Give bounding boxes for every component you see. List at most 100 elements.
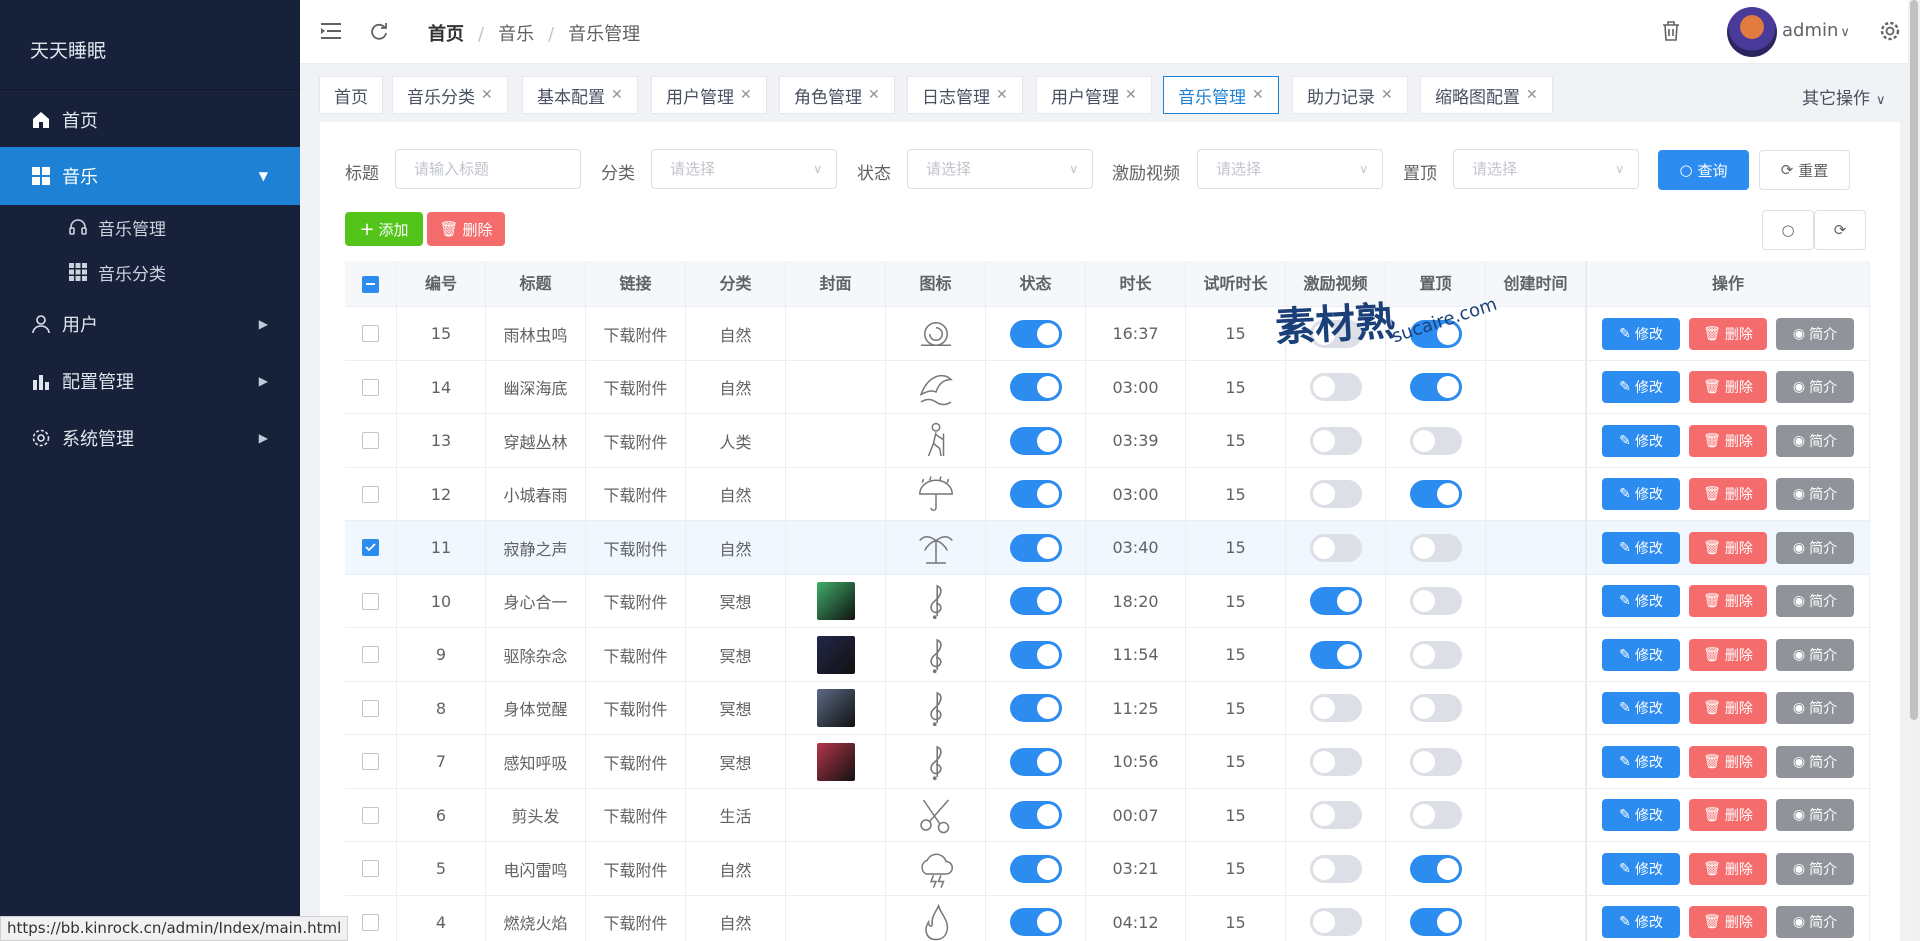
download-attachment-link[interactable]: 下载附件 xyxy=(603,857,667,881)
video-toggle[interactable] xyxy=(1309,801,1362,829)
intro-button[interactable]: ◉ 简介 xyxy=(1776,638,1854,671)
table-row[interactable]: 11 寂静之声 下载附件 自然 03:40 15 ✎ 修改 🗑 删除 ◉ 简介 xyxy=(345,521,1870,575)
edit-button[interactable]: ✎ 修改 xyxy=(1602,692,1680,724)
status-toggle[interactable] xyxy=(1009,480,1062,508)
intro-button[interactable]: ◉ 简介 xyxy=(1776,478,1854,510)
sidebar-item-config[interactable]: 配置管理 ▶ xyxy=(0,353,300,409)
intro-button[interactable]: ◉ 简介 xyxy=(1776,799,1854,831)
delete-button[interactable]: 🗑 删除 xyxy=(1689,852,1767,885)
top-toggle[interactable] xyxy=(1409,854,1462,883)
add-button[interactable]: + 添加 xyxy=(345,212,423,246)
row-checkbox[interactable] xyxy=(362,860,379,877)
tab-basic-config[interactable]: 基本配置 ✕ xyxy=(522,76,638,114)
row-checkbox[interactable] xyxy=(362,539,379,556)
top-toggle[interactable] xyxy=(1409,533,1462,562)
menu-fold-icon[interactable] xyxy=(318,18,344,44)
cover-thumbnail[interactable] xyxy=(816,582,855,620)
download-attachment-link[interactable]: 下载附件 xyxy=(603,750,667,774)
video-toggle[interactable] xyxy=(1309,747,1362,776)
table-row[interactable]: 9 驱除杂念 下载附件 冥想 11:54 15 ✎ 修改 🗑 删除 ◉ 简介 xyxy=(345,628,1870,682)
sidebar-item-home[interactable]: 首页 xyxy=(0,92,300,148)
download-attachment-link[interactable]: 下载附件 xyxy=(603,536,667,560)
intro-button[interactable]: ◉ 简介 xyxy=(1776,906,1854,938)
row-checkbox[interactable] xyxy=(362,485,379,503)
edit-button[interactable]: ✎ 修改 xyxy=(1602,371,1680,403)
row-checkbox[interactable] xyxy=(362,806,379,824)
trash-icon[interactable] xyxy=(1658,18,1684,44)
close-icon[interactable]: ✕ xyxy=(740,87,752,103)
intro-button[interactable]: ◉ 简介 xyxy=(1776,317,1854,350)
delete-button[interactable]: 🗑 删除 xyxy=(1689,371,1767,403)
edit-button[interactable]: ✎ 修改 xyxy=(1602,852,1680,885)
column-header-created[interactable]: 创建时间 xyxy=(1486,261,1586,307)
edit-button[interactable]: ✎ 修改 xyxy=(1602,906,1680,938)
video-toggle[interactable] xyxy=(1309,587,1362,615)
download-attachment-link[interactable]: 下载附件 xyxy=(603,643,667,667)
status-toggle[interactable] xyxy=(1009,801,1062,829)
status-toggle[interactable] xyxy=(1009,640,1062,669)
close-icon[interactable]: ✕ xyxy=(481,87,493,103)
column-header-duration[interactable]: 时长 xyxy=(1086,261,1186,307)
intro-button[interactable]: ◉ 简介 xyxy=(1776,692,1854,724)
column-header-status[interactable]: 状态 xyxy=(986,261,1086,307)
sidebar-item-system[interactable]: 系统管理 ▶ xyxy=(0,410,300,466)
row-checkbox[interactable] xyxy=(362,378,379,396)
avatar[interactable] xyxy=(1727,7,1777,57)
tab-user-management[interactable]: 用户管理 ✕ xyxy=(651,76,767,114)
row-checkbox[interactable] xyxy=(362,646,379,663)
column-header-category[interactable]: 分类 xyxy=(686,261,786,307)
scrollbar-thumb[interactable] xyxy=(1910,0,1918,720)
tab-user-management-2[interactable]: 用户管理 ✕ xyxy=(1036,76,1152,114)
sidebar-item-music[interactable]: 音乐 ▼ xyxy=(0,147,300,205)
breadcrumb-item[interactable]: 首页 xyxy=(428,24,464,45)
cover-thumbnail[interactable] xyxy=(816,689,855,727)
close-icon[interactable]: ✕ xyxy=(1252,87,1264,103)
tab-home[interactable]: 首页 xyxy=(319,76,383,114)
video-toggle[interactable] xyxy=(1309,854,1362,883)
top-toggle[interactable] xyxy=(1409,747,1462,776)
intro-button[interactable]: ◉ 简介 xyxy=(1776,585,1854,617)
download-attachment-link[interactable]: 下载附件 xyxy=(603,482,667,506)
table-row[interactable]: 14 幽深海底 下载附件 自然 03:00 15 ✎ 修改 🗑 删除 ◉ 简介 xyxy=(345,360,1870,414)
tab-help-records[interactable]: 助力记录 ✕ xyxy=(1292,76,1408,114)
close-icon[interactable]: ✕ xyxy=(1526,87,1538,103)
page-scrollbar[interactable] xyxy=(1908,0,1920,941)
video-toggle[interactable] xyxy=(1309,373,1362,401)
edit-button[interactable]: ✎ 修改 xyxy=(1602,531,1680,564)
intro-button[interactable]: ◉ 简介 xyxy=(1776,531,1854,564)
status-toggle[interactable] xyxy=(1009,373,1062,401)
close-icon[interactable]: ✕ xyxy=(611,87,623,103)
video-toggle[interactable] xyxy=(1309,426,1362,455)
top-toggle[interactable] xyxy=(1409,801,1462,829)
delete-button[interactable]: 🗑 删除 xyxy=(1689,531,1767,564)
row-checkbox[interactable] xyxy=(362,913,379,931)
table-row[interactable]: 8 身体觉醒 下载附件 冥想 11:25 15 ✎ 修改 🗑 删除 ◉ 简介 xyxy=(345,681,1870,735)
reset-button[interactable]: ⟳ 重置 xyxy=(1759,150,1850,190)
table-row[interactable]: 12 小城春雨 下载附件 自然 03:00 15 ✎ 修改 🗑 删除 ◉ 简介 xyxy=(345,467,1870,521)
edit-button[interactable]: ✎ 修改 xyxy=(1602,317,1680,350)
table-row[interactable]: 13 穿越丛林 下载附件 人类 03:39 15 ✎ 修改 🗑 删除 ◉ 简介 xyxy=(345,414,1870,468)
tab-music-management[interactable]: 音乐管理 ✕ xyxy=(1163,76,1279,114)
delete-button[interactable]: 🗑 删除 xyxy=(1689,478,1767,510)
delete-button[interactable]: 🗑 删除 xyxy=(1689,799,1767,831)
edit-button[interactable]: ✎ 修改 xyxy=(1602,745,1680,778)
column-header-trial-duration[interactable]: 试听时长 xyxy=(1186,261,1286,307)
top-toggle[interactable] xyxy=(1409,480,1462,508)
download-attachment-link[interactable]: 下载附件 xyxy=(603,910,667,934)
status-toggle[interactable] xyxy=(1009,587,1062,615)
table-row[interactable]: 6 剪头发 下载附件 生活 00:07 15 ✎ 修改 🗑 删除 ◉ 简介 xyxy=(345,788,1870,842)
tab-music-category[interactable]: 音乐分类 ✕ xyxy=(392,76,508,114)
other-operations-dropdown[interactable]: 其它操作 ∨ xyxy=(1802,84,1886,109)
row-checkbox[interactable] xyxy=(362,592,379,610)
download-attachment-link[interactable]: 下载附件 xyxy=(603,429,667,453)
download-attachment-link[interactable]: 下载附件 xyxy=(603,803,667,827)
close-icon[interactable]: ✕ xyxy=(996,87,1008,103)
refresh-icon[interactable] xyxy=(366,18,392,44)
sidebar-subitem-music-category[interactable]: 音乐分类 xyxy=(68,252,166,292)
edit-button[interactable]: ✎ 修改 xyxy=(1602,478,1680,510)
intro-button[interactable]: ◉ 简介 xyxy=(1776,371,1854,403)
status-toggle[interactable] xyxy=(1009,694,1062,722)
delete-button[interactable]: 🗑 删除 xyxy=(1689,317,1767,350)
status-toggle[interactable] xyxy=(1009,319,1062,348)
top-select[interactable]: 请选择 ∨ xyxy=(1453,149,1639,189)
